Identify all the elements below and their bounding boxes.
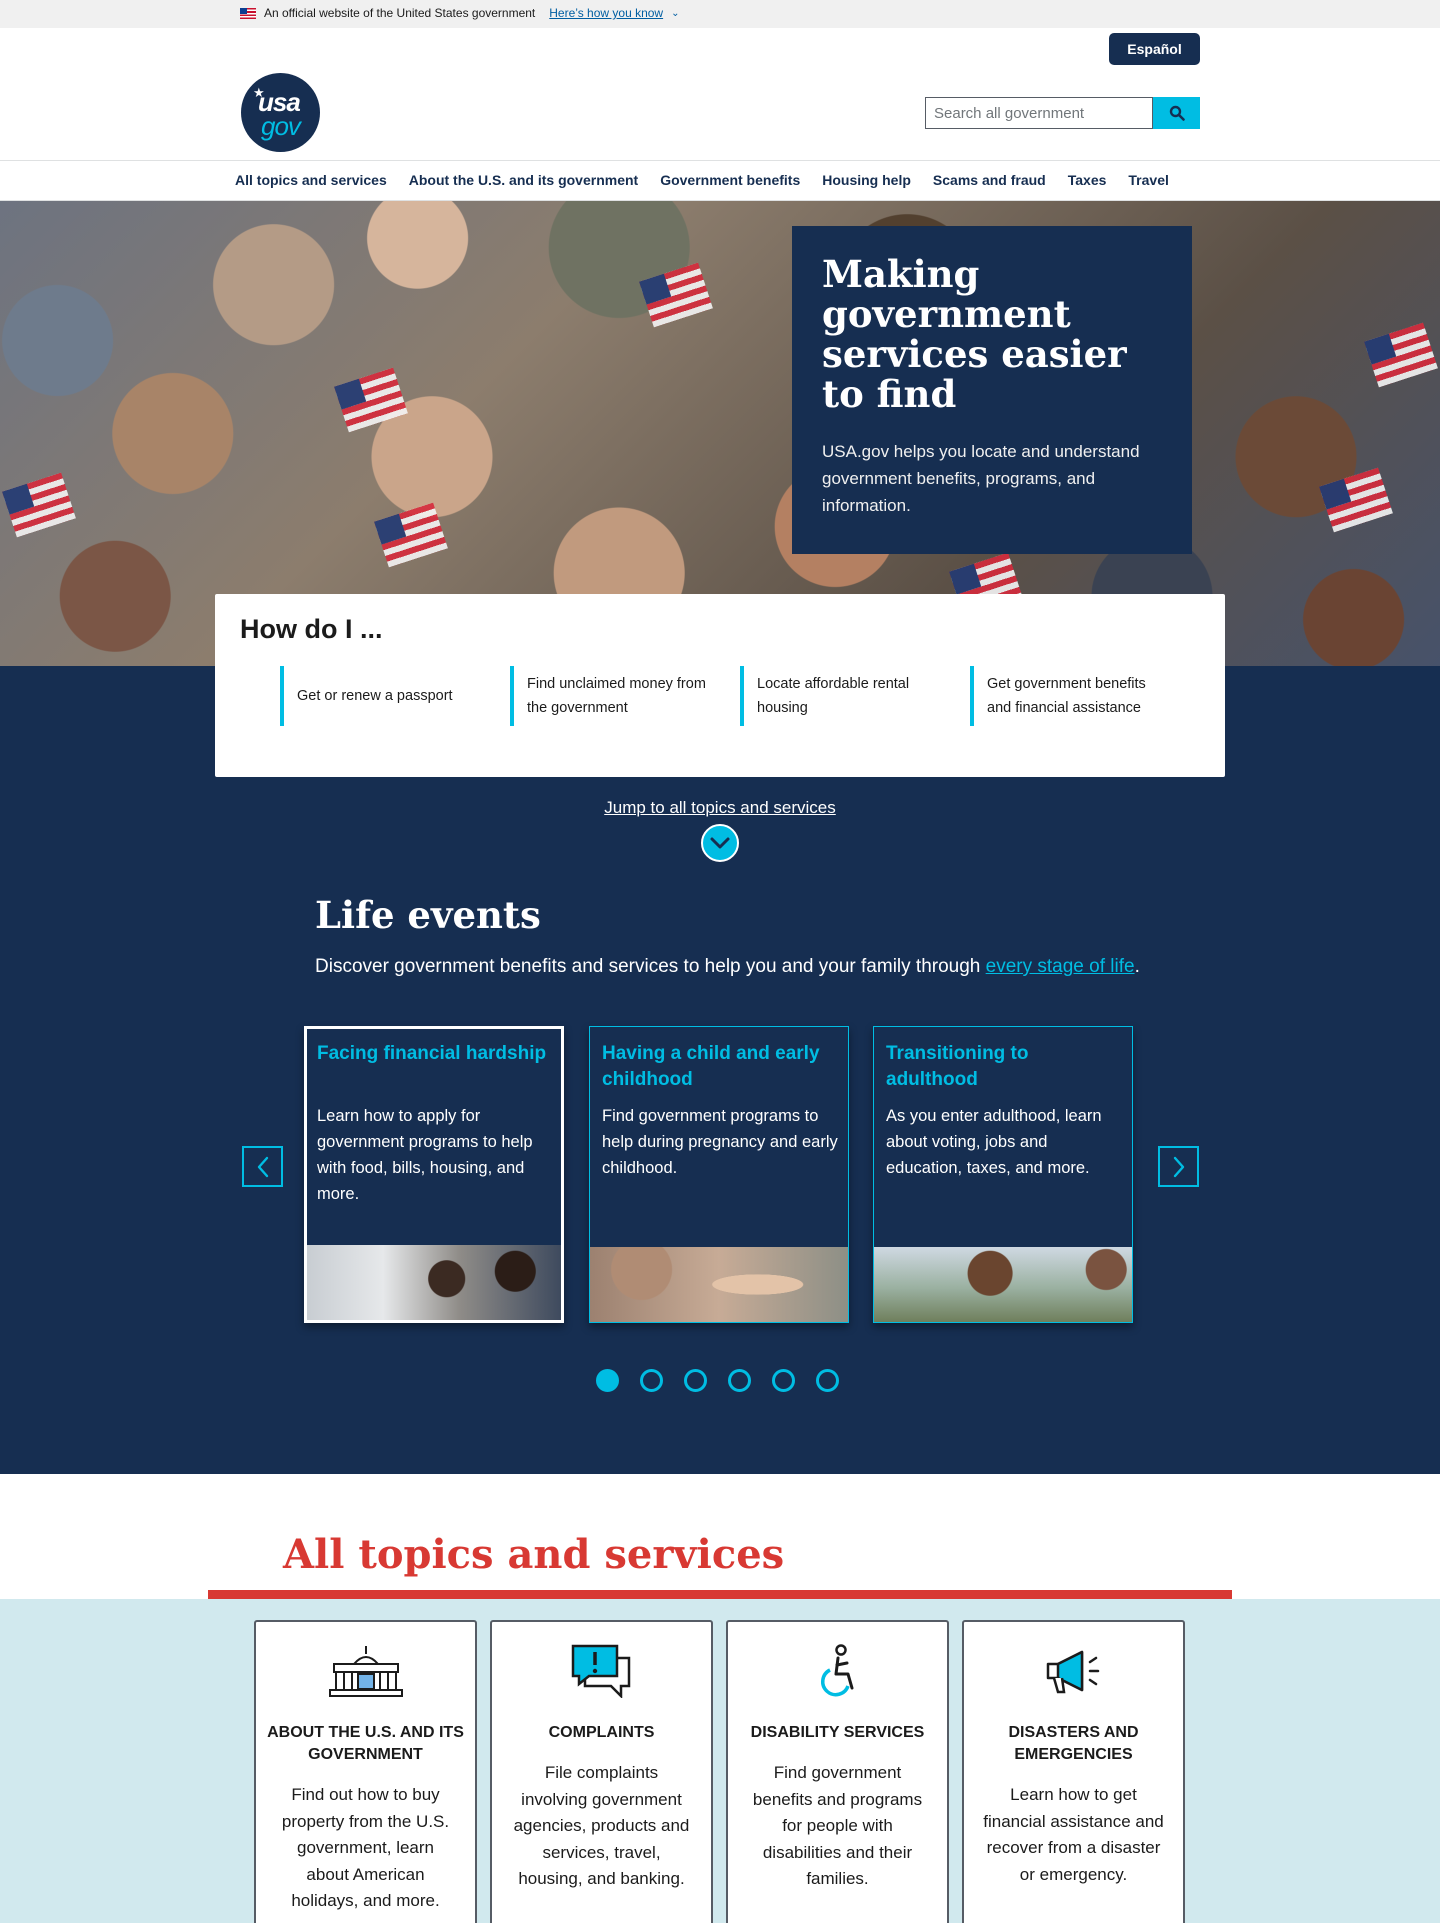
us-flag-icon <box>240 7 256 19</box>
main-nav: All topics and services About the U.S. a… <box>0 160 1440 201</box>
carousel-dot-6[interactable] <box>816 1369 839 1392</box>
jump-to-topics-link[interactable]: Jump to all topics and services <box>0 798 1440 818</box>
life-event-card-image <box>307 1245 561 1320</box>
life-event-card-image <box>874 1247 1132 1322</box>
topic-card-title[interactable]: DISASTERS AND EMERGENCIES <box>972 1722 1175 1766</box>
capitol-building-icon <box>328 1646 403 1697</box>
life-events-description: Discover government benefits and service… <box>315 956 1140 978</box>
search-icon <box>1169 105 1185 121</box>
life-event-card-title[interactable]: Facing financial hardship <box>317 1041 549 1067</box>
every-stage-of-life-link[interactable]: every stage of life <box>986 956 1135 977</box>
life-event-card-financial-hardship[interactable]: Facing financial hardship Learn how to a… <box>304 1026 564 1323</box>
topic-card-complaints[interactable]: COMPLAINTS File complaints involving gov… <box>490 1620 713 1923</box>
carousel-previous-button[interactable] <box>242 1146 283 1187</box>
usagov-logo[interactable]: ★ usa gov <box>241 73 320 152</box>
title-underline-bar <box>208 1590 1232 1599</box>
search-form <box>925 97 1200 129</box>
topic-card-disability-services[interactable]: DISABILITY SERVICES Find government bene… <box>726 1620 949 1923</box>
nav-item-taxes[interactable]: Taxes <box>1068 172 1107 188</box>
megaphone-icon <box>1046 1650 1099 1694</box>
life-event-card-text: Learn how to apply for government progra… <box>317 1107 533 1203</box>
nav-item-government-benefits[interactable]: Government benefits <box>660 172 800 188</box>
nav-item-all-topics[interactable]: All topics and services <box>235 172 387 188</box>
how-do-i-title: How do I ... <box>240 614 383 644</box>
carousel-dot-4[interactable] <box>728 1369 751 1392</box>
gov-banner: An official website of the United States… <box>0 0 1440 28</box>
search-input[interactable] <box>925 97 1153 129</box>
hero-description: USA.gov helps you locate and understand … <box>822 442 1140 515</box>
flag-decoration <box>334 367 408 433</box>
chevron-down-icon <box>710 837 730 849</box>
hero-title: Making government services easier to fin… <box>822 252 1127 416</box>
flag-decoration <box>374 502 448 568</box>
search-button[interactable] <box>1153 97 1200 129</box>
topic-card-text: Find government benefits and programs fo… <box>752 1763 923 1888</box>
jump-down-button[interactable] <box>701 824 739 862</box>
life-event-card-image <box>590 1247 848 1322</box>
complaint-speech-icon <box>571 1644 630 1698</box>
topic-card-title[interactable]: ABOUT THE U.S. AND ITS GOVERNMENT <box>264 1722 467 1766</box>
topic-card-text: Learn how to get financial assistance an… <box>983 1785 1164 1884</box>
jump-link-text[interactable]: Jump to all topics and services <box>604 798 836 817</box>
topics-section <box>0 1599 1440 1923</box>
nav-item-about-us-government[interactable]: About the U.S. and its government <box>409 172 638 188</box>
how-do-i-link-rental-housing[interactable]: Locate affordable rental housing <box>740 666 943 726</box>
topic-card-disasters-emergencies[interactable]: DISASTERS AND EMERGENCIES Learn how to g… <box>962 1620 1185 1923</box>
topic-card-text: File complaints involving government age… <box>513 1763 690 1888</box>
chevron-down-icon[interactable]: ⌄ <box>671 8 679 19</box>
carousel-dot-3[interactable] <box>684 1369 707 1392</box>
carousel-dot-5[interactable] <box>772 1369 795 1392</box>
nav-item-housing-help[interactable]: Housing help <box>822 172 911 188</box>
life-events-description-text: Discover government benefits and service… <box>315 956 986 977</box>
life-event-card-text: Find government programs to help during … <box>602 1107 838 1177</box>
how-do-i-link-passport[interactable]: Get or renew a passport <box>280 666 483 726</box>
topic-card-text: Find out how to buy property from the U.… <box>281 1785 450 1910</box>
nav-item-scams-and-fraud[interactable]: Scams and fraud <box>933 172 1046 188</box>
chevron-right-icon <box>1173 1156 1184 1177</box>
accessibility-icon <box>820 1644 853 1697</box>
how-do-i-panel: How do I ... Get or renew a passport Fin… <box>215 594 1225 777</box>
life-event-card-child[interactable]: Having a child and early childhood Find … <box>589 1026 849 1323</box>
gov-banner-text: An official website of the United States… <box>264 6 536 20</box>
life-event-card-title[interactable]: Having a child and early childhood <box>602 1041 834 1093</box>
chevron-left-icon <box>257 1156 268 1177</box>
topic-card-about-us-government[interactable]: ABOUT THE U.S. AND ITS GOVERNMENT Find o… <box>254 1620 477 1923</box>
heres-how-you-know-link[interactable]: Here’s how you know <box>549 6 663 20</box>
topic-card-title[interactable]: COMPLAINTS <box>500 1722 703 1744</box>
all-topics-title: All topics and services <box>283 1531 785 1578</box>
carousel-dot-2[interactable] <box>640 1369 663 1392</box>
life-event-card-title[interactable]: Transitioning to adulthood <box>886 1041 1118 1093</box>
how-do-i-link-benefits[interactable]: Get government benefits and financial as… <box>970 666 1173 726</box>
carousel-pagination <box>596 1369 839 1392</box>
espanol-button[interactable]: Español <box>1109 33 1200 65</box>
flag-decoration <box>639 262 713 328</box>
flag-decoration <box>1364 322 1438 388</box>
carousel-next-button[interactable] <box>1158 1146 1199 1187</box>
nav-item-travel[interactable]: Travel <box>1128 172 1168 188</box>
life-event-card-adulthood[interactable]: Transitioning to adulthood As you enter … <box>873 1026 1133 1323</box>
hero-card: Making government services easier to fin… <box>792 226 1192 554</box>
carousel-dot-1[interactable] <box>596 1369 619 1392</box>
logo-text-gov: gov <box>261 111 301 141</box>
flag-decoration <box>1319 467 1393 533</box>
life-event-card-text: As you enter adulthood, learn about voti… <box>886 1107 1102 1177</box>
life-events-description-suffix: . <box>1134 956 1140 977</box>
flag-decoration <box>2 472 76 538</box>
how-do-i-link-unclaimed-money[interactable]: Find unclaimed money from the government <box>510 666 713 726</box>
topic-card-title[interactable]: DISABILITY SERVICES <box>736 1722 939 1744</box>
life-events-title: Life events <box>315 893 541 937</box>
